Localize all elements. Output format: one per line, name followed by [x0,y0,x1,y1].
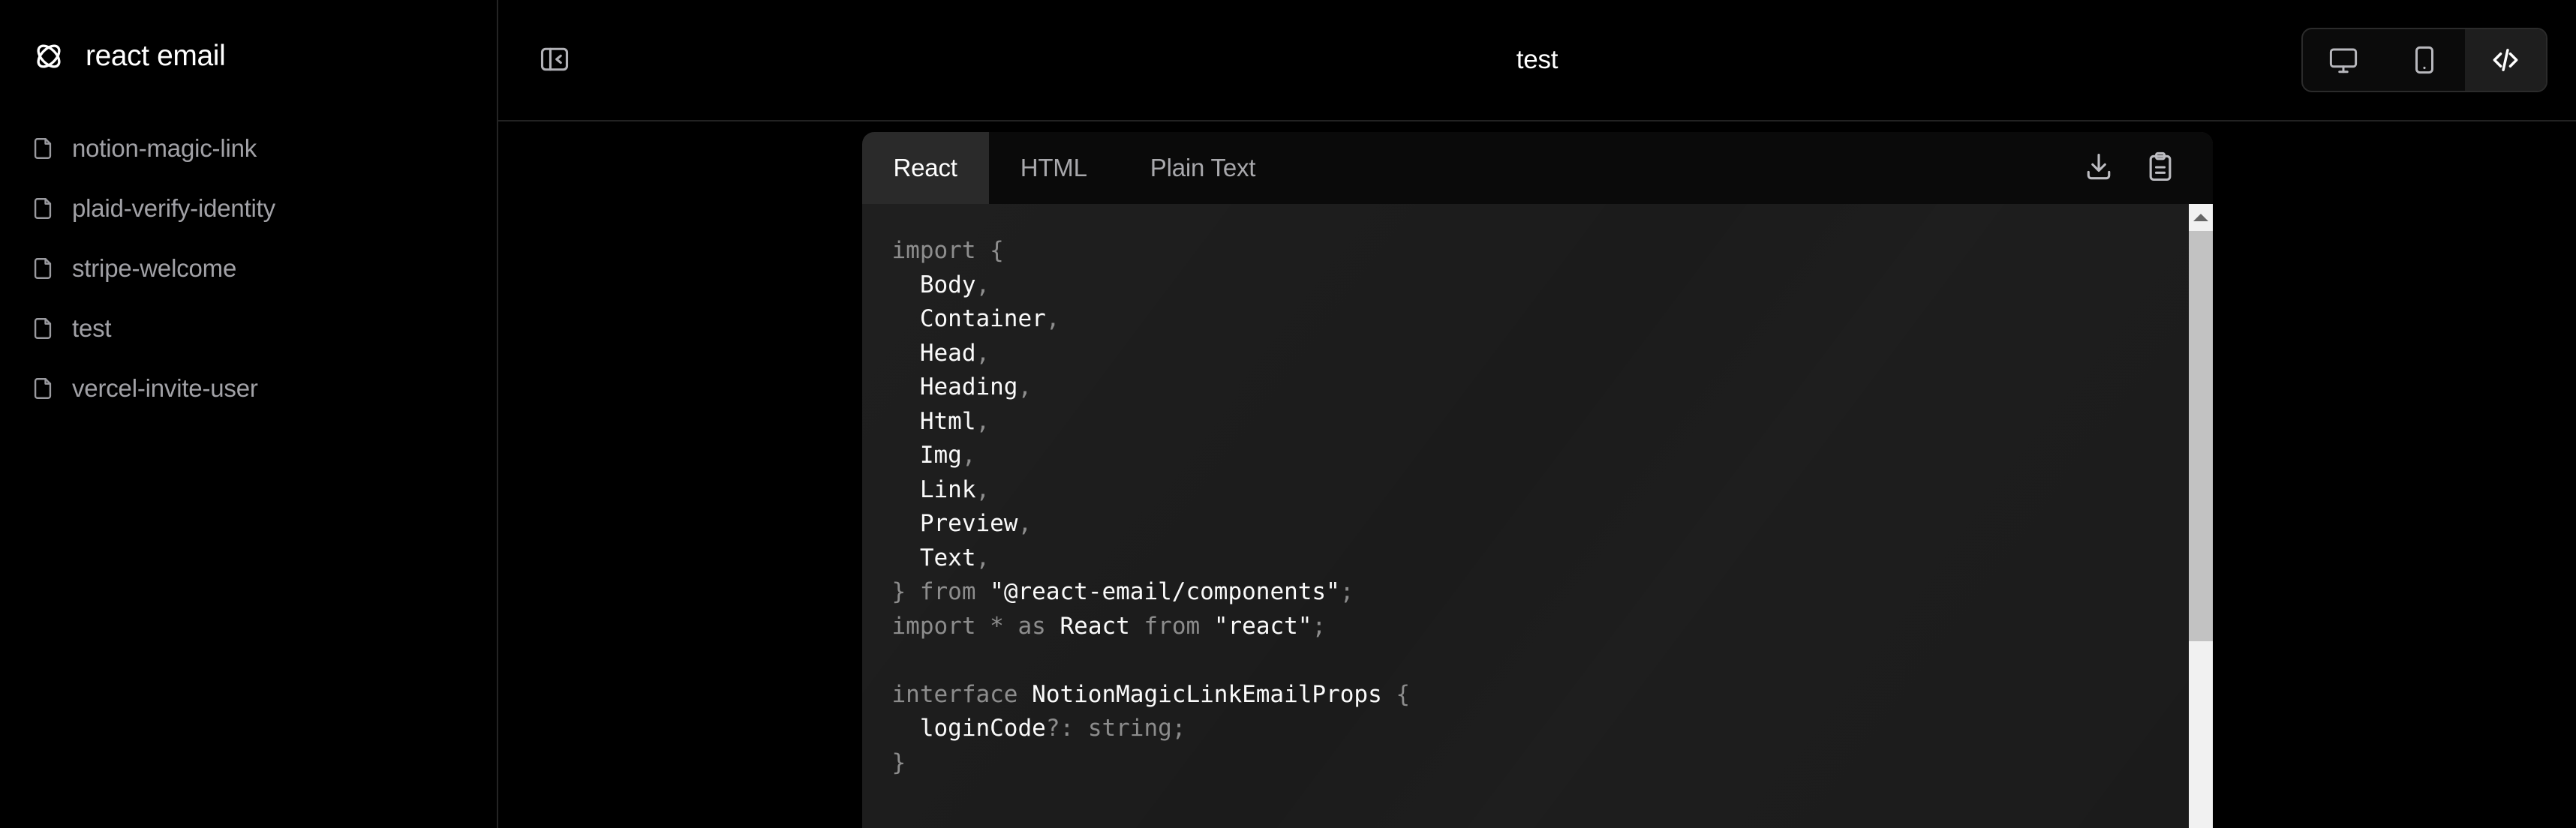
code-content: import { Body, Container, Head, Heading,… [891,237,1411,776]
main-area: test React HTML Plain Text import {Body… [498,0,2576,828]
sidebar-item-label: test [72,314,112,342]
code-actions [2079,132,2213,204]
view-mode-toggle-group [2301,28,2547,92]
view-mode-desktop-button[interactable] [2303,29,2384,91]
code-scrollbar[interactable] [2188,204,2213,828]
sidebar-collapse-button[interactable] [527,32,582,88]
triangle-up-icon [2193,214,2208,221]
sidebar-item-plaid-verify-identity[interactable]: plaid-verify-identity [0,178,497,238]
download-icon [2082,151,2115,186]
mobile-phone-icon [2409,44,2440,76]
page-title: test [1516,45,1559,74]
download-button[interactable] [2079,148,2118,188]
tab-react[interactable]: React [861,132,989,204]
view-mode-mobile-button[interactable] [2384,29,2465,91]
panel-collapse-left-icon [538,43,571,78]
scroll-up-arrow[interactable] [2188,204,2213,231]
tab-plain-text[interactable]: Plain Text [1119,132,1287,204]
sidebar-item-label: stripe-welcome [72,254,237,282]
sidebar-item-notion-magic-link[interactable]: notion-magic-link [0,118,497,178]
sidebar-item-label: vercel-invite-user [72,374,258,402]
content-area: React HTML Plain Text import {Body, Con… [498,122,2576,828]
file-icon [30,376,56,401]
sidebar-item-vercel-invite-user[interactable]: vercel-invite-user [0,358,497,418]
desktop-monitor-icon [2328,44,2359,76]
app-root: react email notion-magic-link plaid-veri… [0,0,2576,828]
sidebar-item-label: plaid-verify-identity [72,194,275,222]
clipboard-icon [2144,151,2177,186]
brand-name: react email [86,40,226,72]
file-icon [30,136,56,161]
code-brackets-icon [2489,44,2522,76]
file-icon [30,196,56,221]
tab-html[interactable]: HTML [989,132,1119,204]
file-icon [30,316,56,341]
topbar: test [498,0,2576,122]
sidebar-item-stripe-welcome[interactable]: stripe-welcome [0,238,497,298]
copy-button[interactable] [2141,148,2180,188]
brand[interactable]: react email [0,33,497,80]
file-list: notion-magic-link plaid-verify-identity [0,118,497,418]
code-panel: React HTML Plain Text import {Body, Con… [861,132,2213,828]
sidebar-item-test[interactable]: test [0,298,497,358]
view-mode-source-button[interactable] [2465,29,2546,91]
code-editor[interactable]: import { Body, Container, Head, Heading,… [861,204,2213,828]
atom-logo-icon [30,38,68,75]
code-tabbar: React HTML Plain Text [861,132,2213,204]
sidebar-item-label: notion-magic-link [72,134,257,162]
sidebar: react email notion-magic-link plaid-veri… [0,0,498,828]
scrollbar-thumb[interactable] [2188,231,2213,641]
file-icon [30,256,56,281]
